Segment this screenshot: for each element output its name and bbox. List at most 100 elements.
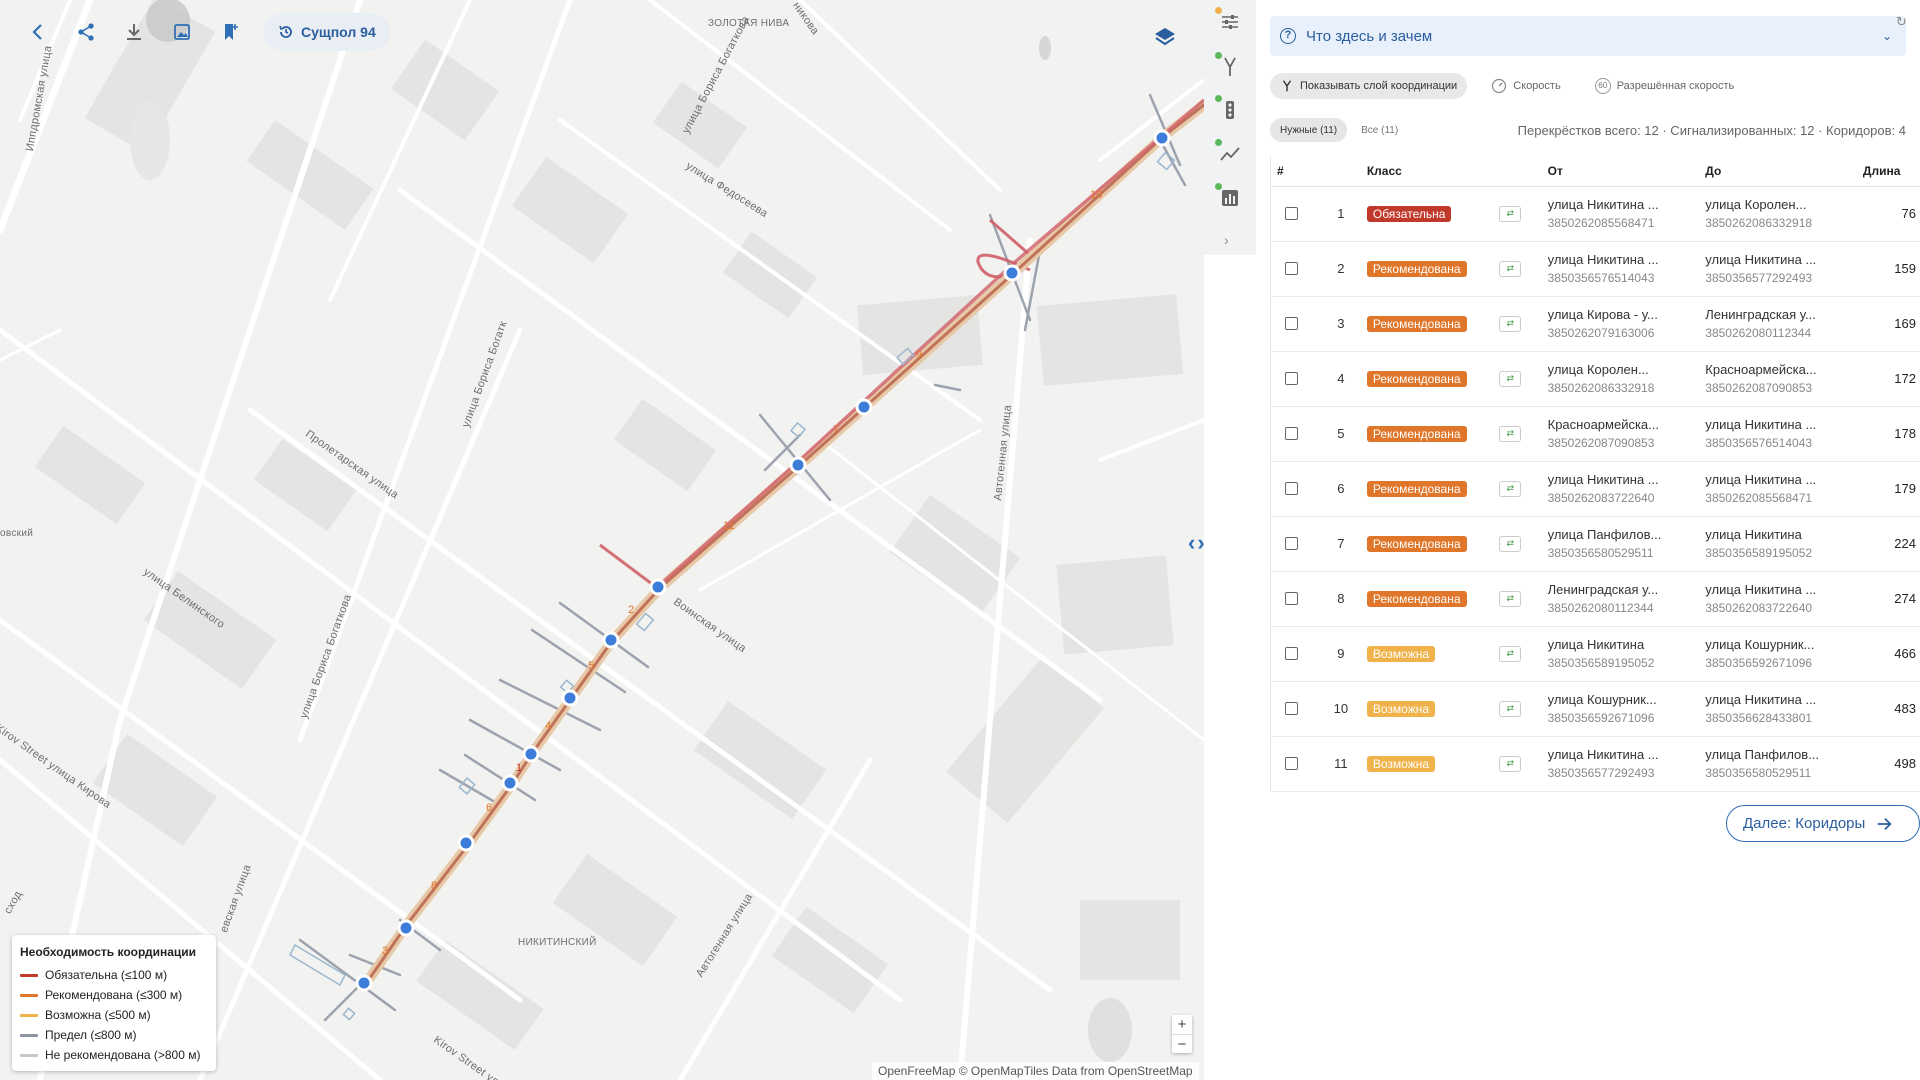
image-button[interactable] [146,0,206,52]
to-id: 3850356577292493 [1705,271,1813,285]
table-row[interactable]: 11 Возможна ⇄ улица Никитина ... 38503565772… [1269,736,1920,792]
rail-item-chart[interactable] [1215,183,1242,210]
from-id: 3850356577292493 [1547,766,1655,780]
row-checkbox[interactable] [1285,427,1298,440]
legend-swatch [20,1053,38,1057]
table-row[interactable]: 2 Рекомендована ⇄ улица Никитина ... 3850356… [1269,241,1920,297]
table-row[interactable]: 6 Рекомендована ⇄ улица Никитина ... 3850262… [1269,461,1920,517]
filter-chip-needed[interactable]: Нужные (11) [1270,118,1348,142]
swap-direction-button[interactable]: ⇄ [1499,205,1522,222]
table-row[interactable]: 9 Возможна ⇄ улица Никитина 3850356589195052… [1269,626,1920,682]
length-cell: 159 [1856,241,1920,297]
toggle-coordination-layer[interactable]: Показывать слой координации [1270,73,1468,99]
info-accordion[interactable]: ? Что здесь и зачем ⌄ [1270,16,1906,56]
layers-icon[interactable] [1152,24,1178,50]
next-corridors-button[interactable]: Далее: Коридоры [1726,805,1920,842]
row-checkbox[interactable] [1285,592,1298,605]
from-cell: улица Никитина ... 3850262083722640 [1541,461,1700,517]
row-checkbox[interactable] [1285,372,1298,385]
swap-cell: ⇄ [1493,571,1542,627]
map-view[interactable]: Иппдромская улица улица Бориса Богаткова… [0,0,1204,1080]
from-street: улица Никитина ... [1547,197,1659,212]
column-header[interactable]: # [1269,156,1321,187]
table-row[interactable]: 5 Рекомендована ⇄ Красноармейска... 38502620… [1269,406,1920,462]
speedometer-icon [1492,78,1507,94]
refresh-icon[interactable]: ↻ [1896,14,1907,30]
row-checkbox[interactable] [1285,537,1298,550]
status-dot [1215,52,1222,59]
rail-item-trend[interactable] [1215,139,1242,166]
table-row[interactable]: 4 Рекомендована ⇄ улица Королен... 385026208… [1269,351,1920,407]
rail-item-settings[interactable] [1215,7,1242,34]
filter-chip-all[interactable]: Все (11) [1351,118,1408,142]
swap-direction-button[interactable]: ⇄ [1499,700,1522,717]
legend-swatch [20,973,38,977]
map-canvas[interactable] [0,0,1204,1080]
from-street: улица Королен... [1547,362,1649,377]
row-checkbox[interactable] [1285,702,1298,715]
class-cell: Рекомендована [1360,351,1494,407]
zoom-out-button[interactable]: − [1172,1034,1192,1053]
rail-item-branch[interactable] [1215,52,1242,79]
segment-number: 10 [1090,189,1103,201]
share-button[interactable] [62,12,110,52]
rail-expand-button[interactable]: › [1224,232,1229,248]
panel-toggle-handle[interactable]: ‹ › [1188,530,1204,555]
from-id: 3850356580529511 [1547,546,1654,560]
toggle-label: Скорость [1513,80,1561,92]
row-checkbox[interactable] [1285,482,1298,495]
swap-direction-button[interactable]: ⇄ [1499,425,1522,442]
toggle-speed-limit[interactable]: 60 Разрешённая скорость [1585,73,1745,99]
class-badge: Рекомендована [1366,315,1467,332]
length-cell: 169 [1856,296,1920,352]
history-snapshot-button[interactable]: Сущпол 94 [264,13,390,51]
row-number: 1 [1320,186,1361,242]
row-select-cell [1269,296,1321,352]
toggle-speed[interactable]: Скорость [1481,73,1571,99]
column-header[interactable]: До [1699,156,1857,187]
table-row[interactable]: 7 Рекомендована ⇄ улица Панфилов... 38503565… [1269,516,1920,572]
from-street: улица Панфилов... [1547,527,1662,542]
swap-direction-button[interactable]: ⇄ [1499,645,1522,662]
to-cell: улица Королен... 3850262086332918 [1699,186,1857,242]
table-row[interactable]: 1 Обязательна ⇄ улица Никитина ... 385026208… [1269,186,1920,242]
swap-direction-button[interactable]: ⇄ [1499,590,1522,607]
swap-direction-button[interactable]: ⇄ [1499,370,1522,387]
table-row[interactable]: 10 Возможна ⇄ улица Кошурник... 385035659267… [1269,681,1920,737]
from-street: улица Никитина [1547,637,1645,652]
table-row[interactable]: 3 Рекомендована ⇄ улица Кирова - у... 385026… [1269,296,1920,352]
length-cell: 466 [1856,626,1920,682]
swap-direction-button[interactable]: ⇄ [1499,315,1522,332]
toggle-label: Разрешённая скорость [1616,80,1735,92]
summary-stats: Перекрёстков всего: 12 · Сигнализированн… [1517,122,1906,138]
row-checkbox[interactable] [1285,317,1298,330]
back-button[interactable] [14,12,62,52]
swap-direction-button[interactable]: ⇄ [1499,260,1522,277]
swap-direction-button[interactable]: ⇄ [1499,480,1522,497]
to-id: 3850356589195052 [1705,546,1813,560]
chevron-left-icon [32,24,42,40]
row-select-cell [1269,186,1321,242]
swap-direction-button[interactable]: ⇄ [1499,535,1522,552]
column-header[interactable]: Класс [1360,156,1494,187]
zoom-in-button[interactable]: + [1172,1015,1192,1034]
column-header[interactable]: От [1541,156,1700,187]
to-id: 3850262083722640 [1705,601,1813,615]
table-row[interactable]: 8 Рекомендована ⇄ Ленинградская у... 3850262… [1269,571,1920,627]
class-badge: Рекомендована [1366,590,1467,607]
to-street: улица Никитина ... [1705,417,1817,432]
to-street: улица Королен... [1705,197,1807,212]
rail-item-traffic-light[interactable] [1215,95,1242,122]
legend-swatch [20,1033,38,1037]
coordination-legend: Необходимость координации Обязательна (≤… [12,935,216,1071]
row-checkbox[interactable] [1285,647,1298,660]
row-checkbox[interactable] [1285,757,1298,770]
bookmark-add-button[interactable] [206,12,254,52]
row-checkbox[interactable] [1285,262,1298,275]
to-id: 3850262087090853 [1705,381,1813,395]
row-checkbox[interactable] [1285,207,1298,220]
to-street: улица Никитина ... [1705,252,1817,267]
column-header[interactable]: Длина [1856,156,1920,187]
swap-direction-button[interactable]: ⇄ [1499,755,1522,772]
segment-number: 3 [382,945,389,957]
